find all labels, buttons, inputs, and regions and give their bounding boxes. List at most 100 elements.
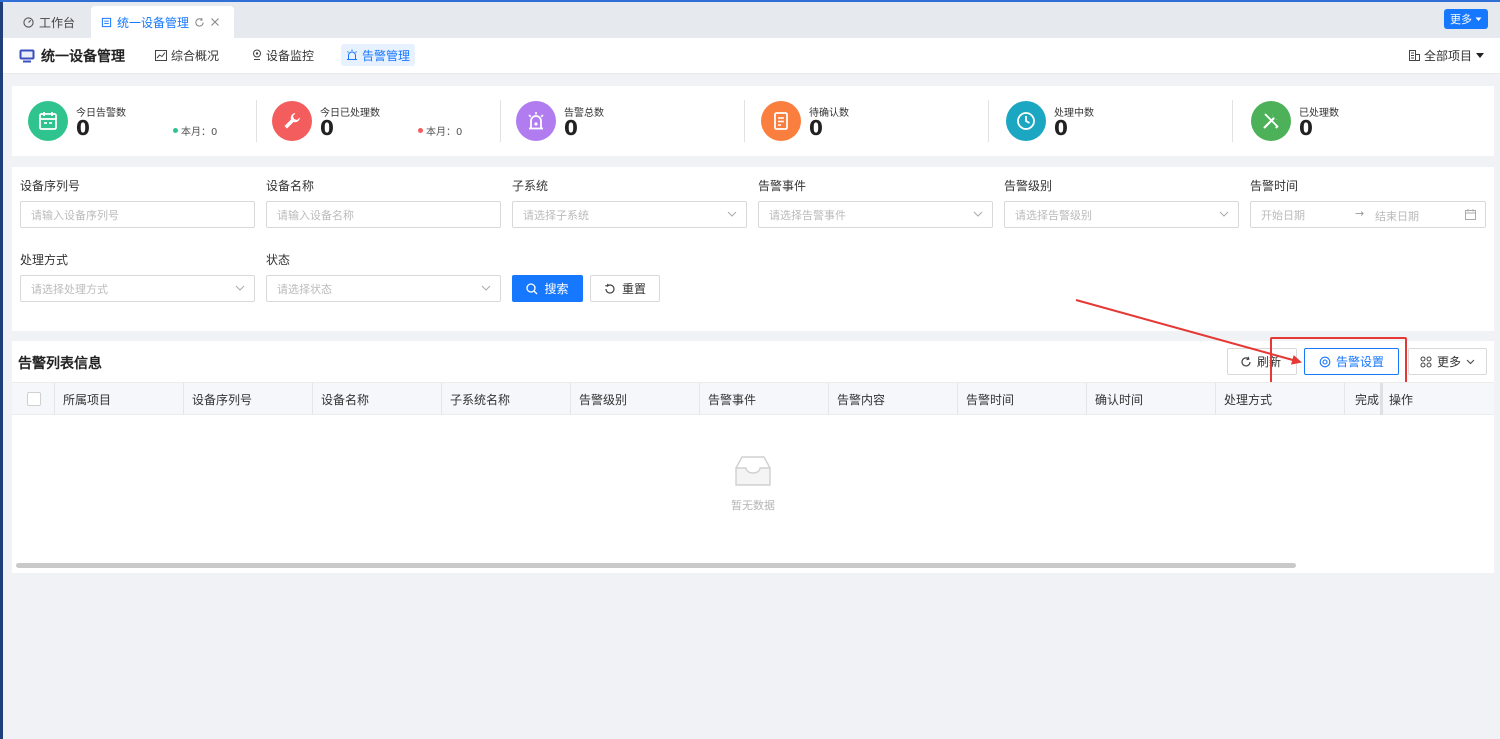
level-label: 告警级别 xyxy=(1004,179,1053,193)
stat-icon-circle xyxy=(1006,101,1046,141)
method-select[interactable]: 请选择处理方式 xyxy=(20,275,255,302)
level-placeholder: 请选择告警级别 xyxy=(1015,208,1092,222)
chevron-down-icon xyxy=(481,285,491,291)
chevron-down-icon xyxy=(1475,17,1482,21)
stat-value: 0 xyxy=(320,116,334,140)
alarm-list-panel: 告警列表信息 刷新 告警设置 更多 所属项目 设备序列号 设备名称 子系统名称 … xyxy=(12,337,1494,573)
reset-button-label: 重置 xyxy=(621,282,646,296)
reset-icon xyxy=(605,283,615,294)
date-range-picker[interactable]: 开始日期 → 结束日期 xyxy=(1250,201,1486,228)
column-header[interactable]: 子系统名称 xyxy=(441,383,570,415)
app-title-text: 统一设备管理 xyxy=(41,49,125,65)
table-header: 所属项目 设备序列号 设备名称 子系统名称 告警级别 告警事件 告警内容 告警时… xyxy=(12,382,1494,415)
column-header[interactable]: 所属项目 xyxy=(54,383,183,415)
method-label: 处理方式 xyxy=(20,253,69,267)
chevron-down-icon xyxy=(1466,359,1475,364)
clock-icon xyxy=(1017,112,1035,130)
stat-month-text: 本月：0 xyxy=(426,127,463,138)
serial-input[interactable]: 请输入设备序列号 xyxy=(20,201,255,228)
stat-pending-confirm: 待确认数 0 xyxy=(757,86,957,156)
time-label: 告警时间 xyxy=(1250,179,1299,193)
column-header[interactable]: 设备名称 xyxy=(312,383,441,415)
clipboard-icon xyxy=(774,112,788,130)
column-header[interactable]: 设备序列号 xyxy=(183,383,312,415)
column-header-actions: 操作 xyxy=(1389,392,1414,407)
device-name-input[interactable]: 请输入设备名称 xyxy=(266,201,501,228)
tab-workbench[interactable]: 工作台 xyxy=(13,6,85,38)
subsystem-placeholder: 请选择子系统 xyxy=(523,208,589,222)
stat-icon-circle xyxy=(272,101,312,141)
method-placeholder: 请选择处理方式 xyxy=(31,282,108,296)
nav-device-monitor[interactable]: 设备监控 xyxy=(247,44,319,66)
column-header[interactable]: 确认时间 xyxy=(1086,383,1215,415)
column-header[interactable]: 完成时间 xyxy=(1344,383,1380,415)
stat-value: 0 xyxy=(76,116,90,140)
column-header[interactable]: 告警级别 xyxy=(570,383,699,415)
stat-icon-circle xyxy=(1251,101,1291,141)
event-placeholder: 请选择告警事件 xyxy=(769,208,846,222)
tab-label: 统一设备管理 xyxy=(117,15,190,30)
annotation-arrow xyxy=(1075,299,1302,365)
horizontal-scrollbar[interactable] xyxy=(16,563,1296,568)
subsystem-label: 子系统 xyxy=(512,179,549,193)
chevron-down-icon xyxy=(727,211,737,217)
reset-button[interactable]: 重置 xyxy=(590,275,660,302)
column-header[interactable]: 处理方式 xyxy=(1215,383,1344,415)
chart-icon xyxy=(155,49,167,61)
chevron-down-icon xyxy=(235,285,245,291)
subsystem-select[interactable]: 请选择子系统 xyxy=(512,201,747,228)
more-tabs-label: 更多 xyxy=(1450,13,1472,26)
more-options-button[interactable]: 更多 xyxy=(1408,348,1487,375)
divider xyxy=(500,100,501,142)
stat-value: 0 xyxy=(564,116,578,140)
event-label: 告警事件 xyxy=(758,179,807,193)
column-header[interactable]: 告警时间 xyxy=(957,383,1086,415)
stat-today-alarms: 今日告警数 0 本月：0 xyxy=(24,86,224,156)
dashboard-icon xyxy=(23,16,34,28)
close-icon[interactable] xyxy=(210,17,220,27)
search-icon xyxy=(526,282,538,294)
divider xyxy=(744,100,745,142)
status-select[interactable]: 请选择状态 xyxy=(266,275,501,302)
list-title: 告警列表信息 xyxy=(18,356,102,372)
stat-in-progress: 处理中数 0 xyxy=(1002,86,1202,156)
serial-placeholder: 请输入设备序列号 xyxy=(31,208,119,222)
stat-icon-circle xyxy=(761,101,801,141)
caret-down-icon xyxy=(1476,52,1484,58)
document-icon xyxy=(101,17,112,27)
divider xyxy=(256,100,257,142)
event-select[interactable]: 请选择告警事件 xyxy=(758,201,993,228)
tab-device-management[interactable]: 统一设备管理 xyxy=(91,6,234,38)
divider xyxy=(988,100,989,142)
app-header: 统一设备管理 综合概况 设备监控 告警管理 全部项目 xyxy=(3,38,1500,74)
end-date-placeholder: 结束日期 xyxy=(1375,210,1419,223)
select-all-checkbox[interactable] xyxy=(27,392,41,406)
project-selector[interactable]: 全部项目 xyxy=(1408,47,1484,64)
column-header[interactable]: 告警事件 xyxy=(699,383,828,415)
empty-state: 暂无数据 xyxy=(712,454,794,513)
divider xyxy=(1232,100,1233,142)
stat-icon-circle xyxy=(516,101,556,141)
column-header[interactable]: 告警内容 xyxy=(828,383,957,415)
nav-alarm-management[interactable]: 告警管理 xyxy=(341,44,416,66)
nav-overview[interactable]: 综合概况 xyxy=(150,44,224,66)
chevron-down-icon xyxy=(973,211,983,217)
more-tabs-button[interactable]: 更多 xyxy=(1444,9,1488,29)
tab-label: 工作台 xyxy=(39,15,76,30)
device-name-label: 设备名称 xyxy=(266,179,315,193)
empty-inbox-icon xyxy=(735,456,771,486)
stat-today-handled: 今日已处理数 0 本月：0 xyxy=(268,86,468,156)
nav-label: 告警管理 xyxy=(362,48,411,63)
search-button-label: 搜索 xyxy=(544,282,569,296)
device-name-placeholder: 请输入设备名称 xyxy=(277,208,354,222)
window-frame-top xyxy=(0,0,1500,2)
level-select[interactable]: 请选择告警级别 xyxy=(1004,201,1239,228)
tools-icon xyxy=(1263,113,1279,129)
project-selector-label: 全部项目 xyxy=(1423,49,1472,63)
stat-handled: 已处理数 0 xyxy=(1247,86,1447,156)
stat-month: 本月：0 xyxy=(173,123,217,138)
wrench-icon xyxy=(284,113,300,129)
reload-icon[interactable] xyxy=(194,17,205,28)
search-button[interactable]: 搜索 xyxy=(512,275,583,302)
stat-total-alarms: 告警总数 0 xyxy=(512,86,712,156)
